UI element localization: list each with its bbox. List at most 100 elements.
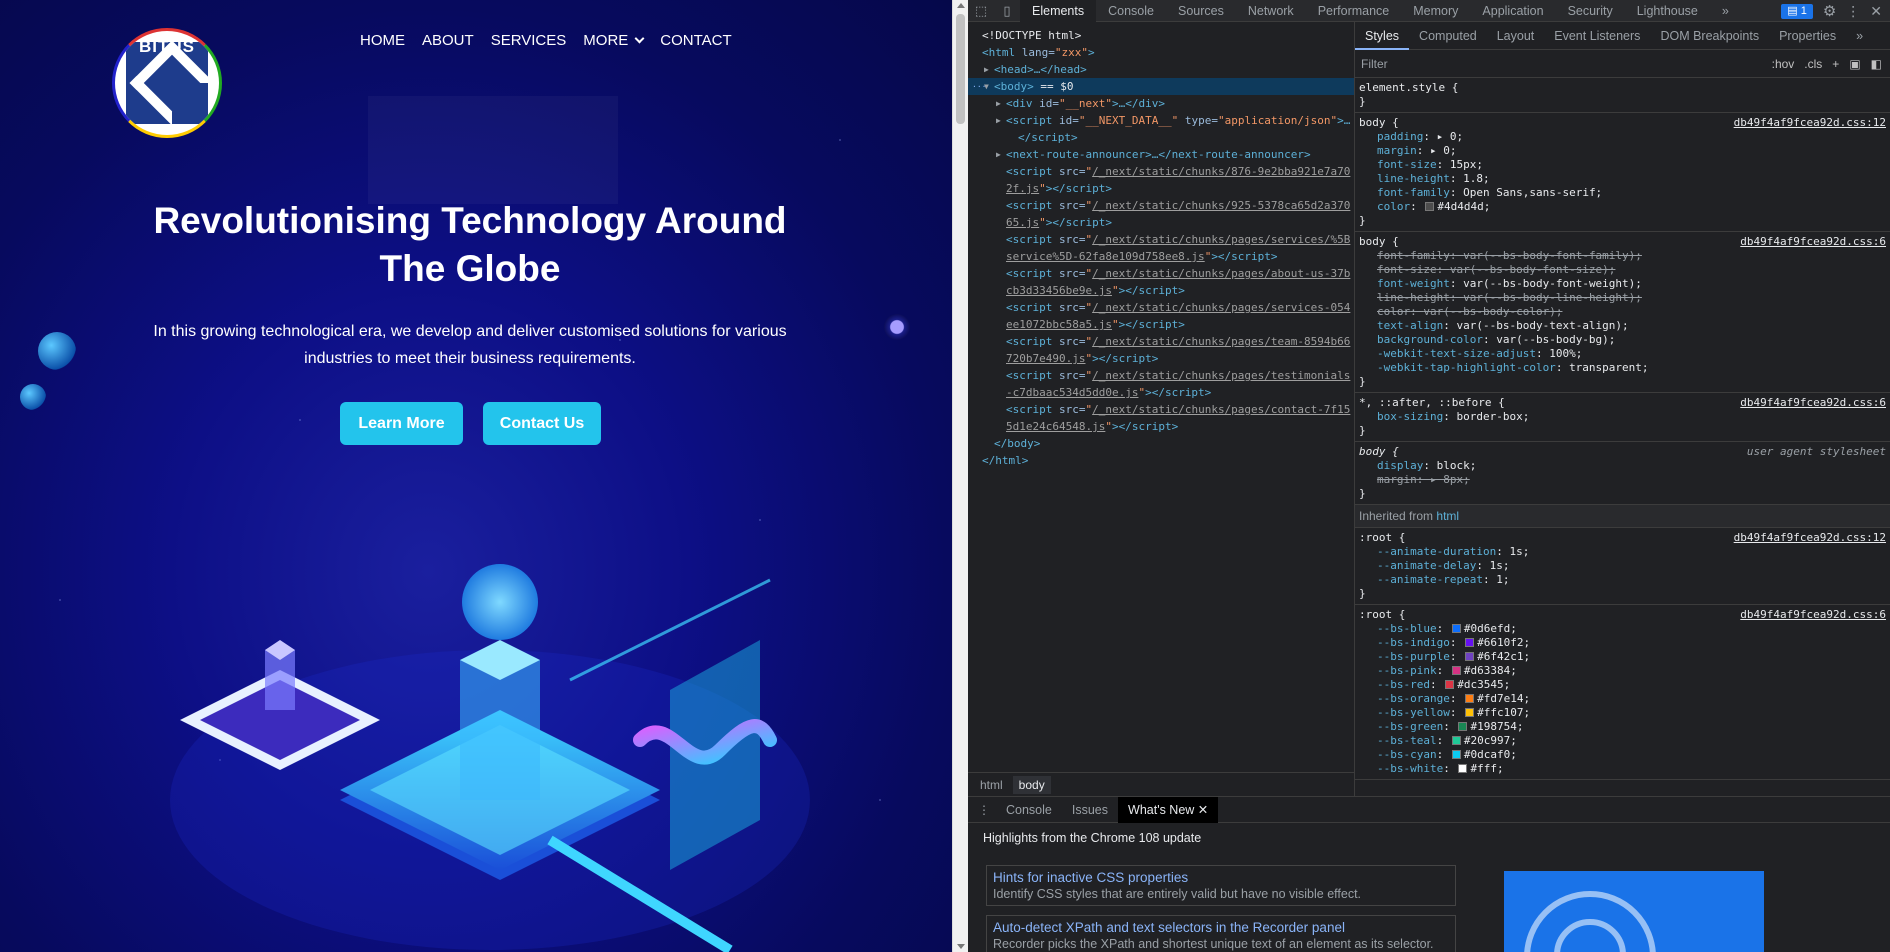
rule-user-agent[interactable]: body { user agent stylesheet display: bl… <box>1355 442 1890 505</box>
dom-html-close[interactable]: </html> <box>968 452 1354 469</box>
dom-tree[interactable]: <!DOCTYPE html> <html lang="zxx"> ▶ <head… <box>968 22 1354 772</box>
drawer-tab-console[interactable]: Console <box>996 797 1062 823</box>
color-swatch[interactable] <box>1451 624 1461 633</box>
dom-body-selected[interactable]: ··· ▼ <body> == $0 <box>968 78 1354 95</box>
css-declaration[interactable]: --animate-repeat: 1; <box>1359 573 1886 587</box>
tab-network[interactable]: Network <box>1236 0 1306 22</box>
dom-script-tag[interactable]: <script src="/_next/static/chunks/925-53… <box>968 197 1354 214</box>
dom-route-announcer[interactable]: ▶ <next-route-announcer>…</next-route-ann… <box>968 146 1354 163</box>
color-swatch[interactable] <box>1465 694 1475 703</box>
tab-lighthouse[interactable]: Lighthouse <box>1625 0 1710 22</box>
page-scrollbar[interactable] <box>952 0 968 952</box>
inherited-from-link[interactable]: html <box>1436 509 1459 523</box>
rule-body-2[interactable]: body { db49f4af9fcea92d.css:6 font-famil… <box>1355 232 1890 393</box>
settings-gear-icon[interactable]: ⚙ <box>1823 2 1836 20</box>
nav-more[interactable]: MORE <box>583 32 645 49</box>
whats-new-card[interactable]: Hints for inactive CSS properties Identi… <box>986 865 1456 906</box>
dom-script-tag[interactable]: <script src="/_next/static/chunks/pages/… <box>968 367 1354 384</box>
color-swatch[interactable] <box>1425 202 1435 211</box>
nav-services[interactable]: SERVICES <box>491 32 567 49</box>
css-declaration[interactable]: line-height: 1.8; <box>1359 172 1886 186</box>
dom-script-tag-cont[interactable]: service%5D-62fa8e109d758ee8.js"></script… <box>968 248 1354 265</box>
css-declaration[interactable]: --bs-white: #fff; <box>1359 762 1886 776</box>
tab-computed[interactable]: Computed <box>1409 22 1487 50</box>
rule-source-link[interactable]: db49f4af9fcea92d.css:6 <box>1740 608 1886 622</box>
color-swatch[interactable] <box>1465 652 1475 661</box>
expand-triangle-icon[interactable]: ▶ <box>984 61 989 78</box>
kebab-menu-icon[interactable]: ⋮ <box>1846 3 1860 20</box>
drawer-tab-whats-new[interactable]: What's New ✕ <box>1118 796 1219 823</box>
color-swatch[interactable] <box>1451 736 1461 745</box>
dom-script-tag-cont[interactable]: 720b7e490.js"></script> <box>968 350 1354 367</box>
color-swatch[interactable] <box>1458 722 1468 731</box>
css-declaration[interactable]: --bs-green: #198754; <box>1359 720 1886 734</box>
css-declaration[interactable]: box-sizing: border-box; <box>1359 410 1886 424</box>
rule-root-1[interactable]: :root { db49f4af9fcea92d.css:12 --animat… <box>1355 528 1890 605</box>
drawer-tab-issues[interactable]: Issues <box>1062 797 1118 823</box>
dom-script-tag[interactable]: <script src="/_next/static/chunks/pages/… <box>968 265 1354 282</box>
hov-toggle[interactable]: :hov <box>1772 57 1795 71</box>
dom-script-tag-cont[interactable]: 2f.js"></script> <box>968 180 1354 197</box>
rule-universal[interactable]: *, ::after, ::before { db49f4af9fcea92d.… <box>1355 393 1890 442</box>
css-declaration[interactable]: --bs-teal: #20c997; <box>1359 734 1886 748</box>
css-declaration[interactable]: --bs-orange: #fd7e14; <box>1359 692 1886 706</box>
dom-next-data-script[interactable]: ▶ <script id="__NEXT_DATA__" type="applic… <box>968 112 1354 129</box>
script-src-link[interactable]: /_next/static/chunks/pages/services/%5B <box>1092 233 1350 246</box>
tab-event-listeners[interactable]: Event Listeners <box>1544 22 1650 50</box>
script-src-link[interactable]: /_next/static/chunks/876-9e2bba921e7a70 <box>1092 165 1350 178</box>
dom-script-tag[interactable]: <script src="/_next/static/chunks/pages/… <box>968 333 1354 350</box>
color-swatch[interactable] <box>1458 764 1468 773</box>
dom-script-tag-cont[interactable]: ee1072bbc58a5.js"></script> <box>968 316 1354 333</box>
color-swatch[interactable] <box>1451 666 1461 675</box>
learn-more-button[interactable]: Learn More <box>340 402 463 445</box>
css-declaration[interactable]: text-align: var(--bs-body-text-align); <box>1359 319 1886 333</box>
css-declaration[interactable]: --bs-indigo: #6610f2; <box>1359 636 1886 650</box>
rule-root-2[interactable]: :root { db49f4af9fcea92d.css:6 --bs-blue… <box>1355 605 1890 780</box>
tab-dom-breakpoints[interactable]: DOM Breakpoints <box>1650 22 1769 50</box>
script-src-link-cont[interactable]: service%5D-62fa8e109d758ee8.js <box>1006 250 1205 263</box>
css-declaration[interactable]: color: #4d4d4d; <box>1359 200 1886 214</box>
more-style-tabs-icon[interactable]: » <box>1846 22 1873 50</box>
tab-layout[interactable]: Layout <box>1487 22 1545 50</box>
issues-badge[interactable]: ▤ 1 <box>1781 3 1813 19</box>
dom-doctype[interactable]: <!DOCTYPE html> <box>968 27 1354 44</box>
paint-icon[interactable]: ▣ <box>1849 57 1860 71</box>
css-declaration[interactable]: -webkit-text-size-adjust: 100%; <box>1359 347 1886 361</box>
whats-new-card[interactable]: Auto-detect XPath and text selectors in … <box>986 915 1456 952</box>
script-src-link[interactable]: /_next/static/chunks/pages/services-054 <box>1092 301 1350 314</box>
css-declaration[interactable]: font-size: 15px; <box>1359 158 1886 172</box>
rule-source-link[interactable]: db49f4af9fcea92d.css:12 <box>1734 531 1886 545</box>
css-declaration[interactable]: --animate-duration: 1s; <box>1359 545 1886 559</box>
color-swatch[interactable] <box>1465 638 1475 647</box>
color-swatch[interactable] <box>1465 708 1475 717</box>
rule-source-link[interactable]: db49f4af9fcea92d.css:6 <box>1740 396 1886 410</box>
css-declaration[interactable]: font-weight: var(--bs-body-font-weight); <box>1359 277 1886 291</box>
css-declaration[interactable]: --bs-purple: #6f42c1; <box>1359 650 1886 664</box>
drawer-menu-icon[interactable]: ⋮ <box>972 803 996 817</box>
contact-us-button[interactable]: Contact Us <box>483 402 601 445</box>
tab-memory[interactable]: Memory <box>1401 0 1470 22</box>
dom-body-close[interactable]: </body> <box>968 435 1354 452</box>
breadcrumb-body[interactable]: body <box>1012 775 1051 794</box>
breadcrumb-html[interactable]: html <box>974 776 1009 794</box>
script-src-link[interactable]: /_next/static/chunks/pages/testimonials <box>1092 369 1350 382</box>
inspect-element-icon[interactable]: ⬚ <box>968 0 994 22</box>
device-toolbar-icon[interactable]: ▯ <box>994 0 1020 22</box>
dom-script-tag[interactable]: <script src="/_next/static/chunks/876-9e… <box>968 163 1354 180</box>
css-declaration[interactable]: -webkit-tap-highlight-color: transparent… <box>1359 361 1886 375</box>
css-declaration[interactable]: font-family: Open Sans,sans-serif; <box>1359 186 1886 200</box>
script-src-link-cont[interactable]: 2f.js <box>1006 182 1039 195</box>
rule-source-link[interactable]: db49f4af9fcea92d.css:6 <box>1740 235 1886 249</box>
tab-elements[interactable]: Elements <box>1020 0 1097 22</box>
dom-script-tag-cont[interactable]: 5d1e24c64548.js"></script> <box>968 418 1354 435</box>
rule-body-1[interactable]: body { db49f4af9fcea92d.css:12 padding: … <box>1355 113 1890 232</box>
expand-triangle-icon[interactable]: ▶ <box>996 95 1001 112</box>
css-declaration[interactable]: font-family: var(--bs-body-font-family); <box>1359 249 1886 263</box>
close-icon[interactable]: ✕ <box>1198 803 1208 817</box>
site-logo[interactable]: BITUS <box>112 28 222 138</box>
css-declaration[interactable]: font-size: var(--bs-body-font-size); <box>1359 263 1886 277</box>
tab-sources[interactable]: Sources <box>1166 0 1236 22</box>
css-declaration[interactable]: margin: ▸ 8px; <box>1359 473 1886 487</box>
script-src-link-cont[interactable]: 5d1e24c64548.js <box>1006 420 1105 433</box>
css-declaration[interactable]: --bs-yellow: #ffc107; <box>1359 706 1886 720</box>
